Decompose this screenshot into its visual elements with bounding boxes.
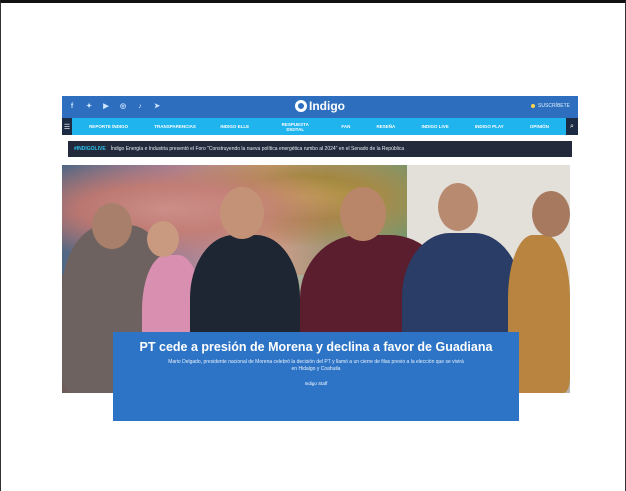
ticker-text: Índigo Energía e Industria presentó el F… [110, 146, 405, 152]
headline-summary: Mario Delgado, presidente nacional de Mo… [168, 359, 464, 372]
site-logo[interactable]: Indigo [295, 99, 345, 113]
nav-items: REPORTE ÍNDIGO TRANSPARENCIAS INDIGO ELL… [72, 122, 566, 132]
search-icon[interactable]: ⌕ [566, 118, 578, 135]
headline-card[interactable]: PT cede a presión de Morena y declina a … [113, 332, 519, 421]
telegram-icon[interactable]: ➤ [153, 103, 161, 111]
headline-author[interactable]: Indigo Staff [127, 381, 505, 386]
top-bar: f ✦ ▶ ◎ ♪ ➤ Indigo SUSCRÍBETE [62, 96, 578, 118]
logo-text: Indigo [309, 99, 345, 113]
person-head [532, 191, 570, 237]
person-head [340, 187, 386, 241]
main-nav: ☰ REPORTE ÍNDIGO TRANSPARENCIAS INDIGO E… [62, 118, 578, 135]
news-ticker[interactable]: #INDIGOLIVE Índigo Energía e Industria p… [68, 141, 572, 157]
ticker-tag: #INDIGOLIVE [74, 146, 106, 152]
logo-ring-icon [295, 100, 307, 112]
subscribe-link[interactable]: SUSCRÍBETE [531, 103, 570, 109]
nav-item-opinion[interactable]: OPINIÓN [530, 124, 549, 129]
subscribe-label: SUSCRÍBETE [538, 103, 570, 109]
nav-item-respuesta-digital[interactable]: RESPUESTA DIGITAL [275, 122, 315, 132]
person-head [220, 187, 264, 239]
instagram-icon[interactable]: ◎ [119, 103, 127, 111]
social-links: f ✦ ▶ ◎ ♪ ➤ [68, 103, 161, 111]
nav-item-indigo-elle[interactable]: INDIGO ELLE [220, 124, 249, 129]
facebook-icon[interactable]: f [68, 103, 76, 111]
twitter-icon[interactable]: ✦ [85, 103, 93, 111]
person-head [147, 221, 179, 257]
news-site: f ✦ ▶ ◎ ♪ ➤ Indigo SUSCRÍBETE ☰ REPORTE … [62, 96, 578, 421]
nav-item-fan[interactable]: FAN [341, 124, 350, 129]
nav-item-indigo-play[interactable]: INDIGO PLAY [475, 124, 504, 129]
nav-item-indigo-live[interactable]: INDIGO LIVE [421, 124, 448, 129]
hamburger-menu-icon[interactable]: ☰ [62, 118, 72, 135]
nav-item-reporte-indigo[interactable]: REPORTE ÍNDIGO [89, 124, 128, 129]
tiktok-icon[interactable]: ♪ [136, 103, 144, 111]
headline-title[interactable]: PT cede a presión de Morena y declina a … [127, 341, 505, 354]
subscribe-dot-icon [531, 104, 536, 108]
person-head [438, 183, 478, 231]
nav-item-resena[interactable]: RESEÑA [377, 124, 396, 129]
youtube-icon[interactable]: ▶ [102, 103, 110, 111]
nav-item-transparencias[interactable]: TRANSPARENCIAS [154, 124, 196, 129]
person-head [92, 203, 132, 249]
